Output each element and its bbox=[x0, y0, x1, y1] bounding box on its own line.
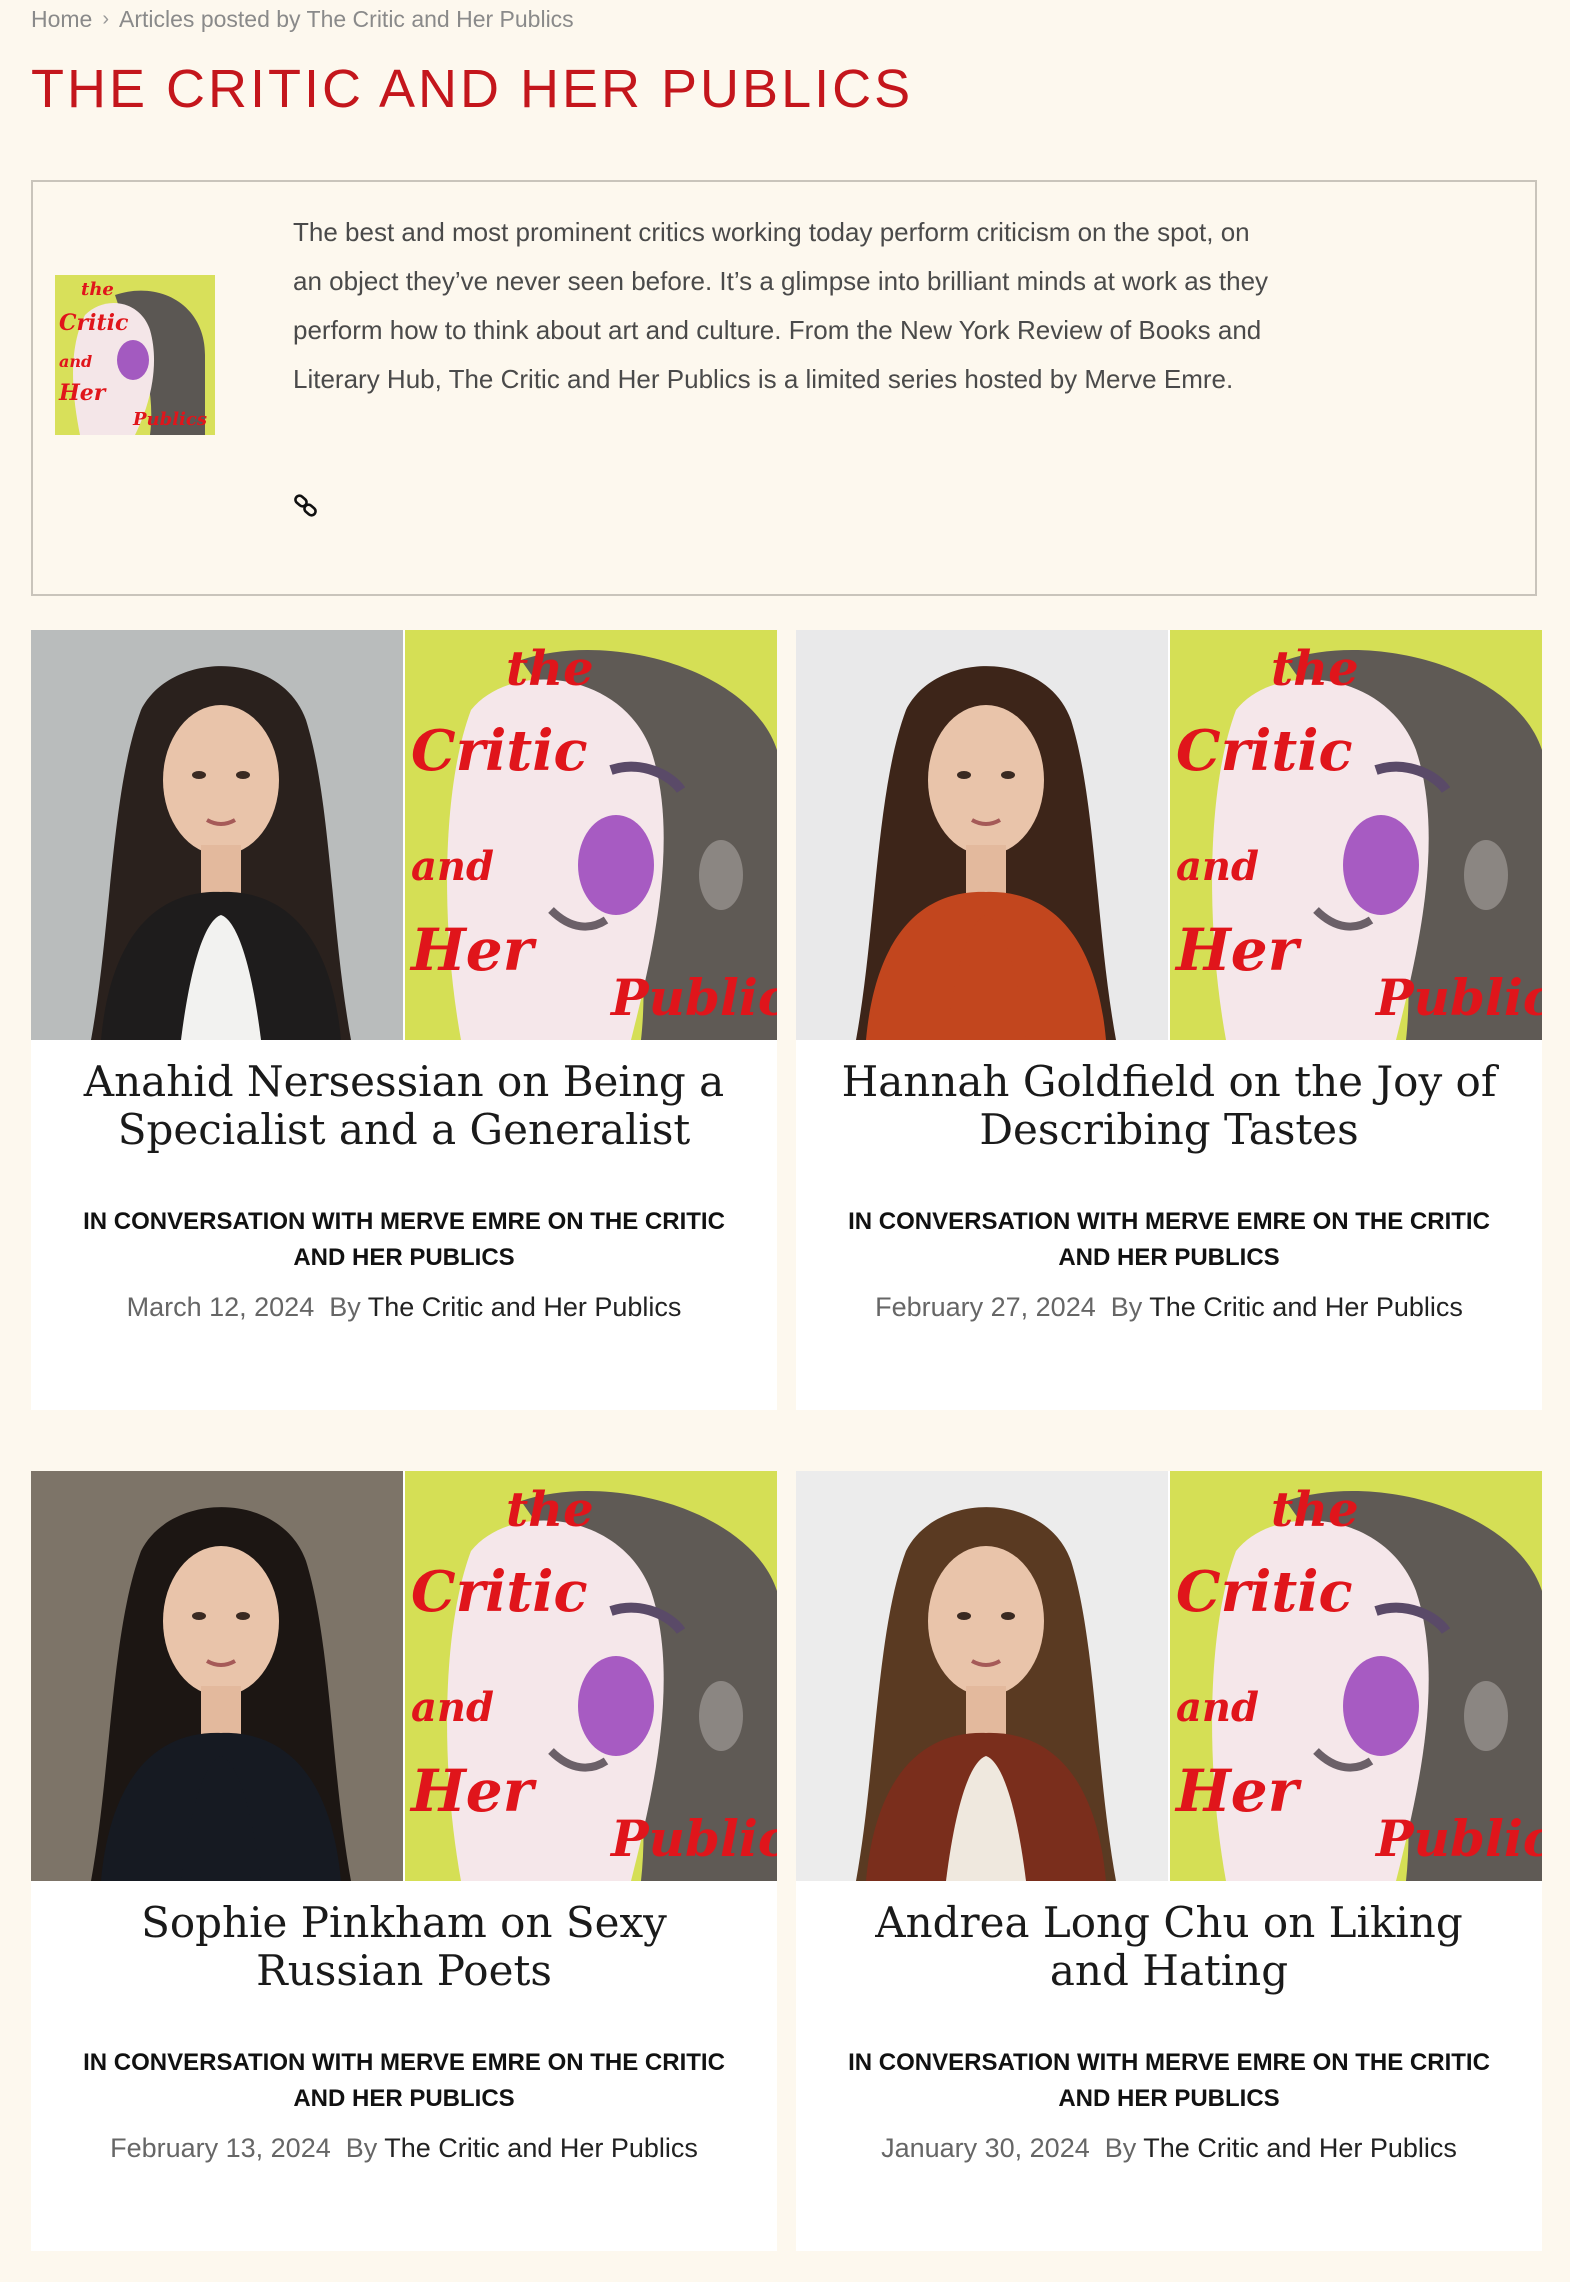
cover-word-1: the bbox=[506, 1482, 594, 1538]
breadcrumb: Home › Articles posted by The Critic and… bbox=[31, 6, 574, 33]
article-by-label: By bbox=[1104, 2133, 1137, 2163]
article-title[interactable]: Andrea Long Chu on Liking and Hating bbox=[836, 1899, 1502, 1995]
article-by-label: By bbox=[329, 1292, 361, 1322]
article-meta: February 13, 2024 By The Critic and Her … bbox=[51, 2133, 757, 2164]
cover-word-5: Public bbox=[1374, 1809, 1542, 1868]
link-icon[interactable] bbox=[294, 494, 318, 518]
cover-word-2: Critic bbox=[1176, 1559, 1353, 1625]
article-date: January 30, 2024 bbox=[881, 2133, 1090, 2163]
article-meta: February 27, 2024 By The Critic and Her … bbox=[816, 1292, 1522, 1323]
article-kicker: In Conversation with Merve Emre on The C… bbox=[83, 1208, 725, 1271]
article-author-link[interactable]: The Critic and Her Publics bbox=[368, 1292, 682, 1322]
series-cover-art: the Critic and Her Public bbox=[1170, 1471, 1542, 1881]
article-author-link[interactable]: The Critic and Her Publics bbox=[1149, 1292, 1463, 1322]
logo-word-5: Publics bbox=[132, 409, 207, 430]
cover-word-4: Her bbox=[409, 916, 538, 984]
cover-word-1: the bbox=[1271, 641, 1359, 697]
cover-word-4: Her bbox=[409, 1757, 538, 1825]
cover-word-5: Public bbox=[609, 1809, 777, 1868]
series-cover-art: the Critic and Her Public bbox=[405, 630, 777, 1040]
article-kicker: In Conversation with Merve Emre on The C… bbox=[848, 1208, 1490, 1271]
article-card[interactable]: the Critic and Her Public Andrea Long Ch… bbox=[796, 1471, 1542, 2251]
cover-word-1: the bbox=[506, 641, 594, 697]
cover-word-5: Public bbox=[1374, 968, 1542, 1027]
cover-word-1: the bbox=[1271, 1482, 1359, 1538]
breadcrumb-home-link[interactable]: Home bbox=[31, 6, 92, 33]
cover-word-3: and bbox=[1176, 843, 1259, 890]
series-cover-art: the Critic and Her Public bbox=[1170, 630, 1542, 1040]
cover-word-5: Public bbox=[609, 968, 777, 1027]
cover-word-4: Her bbox=[1174, 916, 1303, 984]
guest-face bbox=[928, 705, 1044, 855]
series-cover-art: the Critic and Her Public bbox=[405, 1471, 777, 1881]
article-date: February 27, 2024 bbox=[875, 1292, 1096, 1322]
article-date: February 13, 2024 bbox=[110, 2133, 331, 2163]
article-card[interactable]: the Critic and Her Public Sophie Pinkham… bbox=[31, 1471, 777, 2251]
page-title: THE CRITIC AND HER PUBLICS bbox=[31, 59, 914, 119]
breadcrumb-current: Articles posted by The Critic and Her Pu… bbox=[119, 6, 574, 32]
article-title[interactable]: Anahid Nersessian on Being a Specialist … bbox=[71, 1058, 737, 1154]
article-meta: March 12, 2024 By The Critic and Her Pub… bbox=[51, 1292, 757, 1323]
article-image[interactable]: the Critic and Her Public bbox=[796, 630, 1542, 1040]
article-author-link[interactable]: The Critic and Her Publics bbox=[1143, 2133, 1457, 2163]
article-meta: January 30, 2024 By The Critic and Her P… bbox=[816, 2133, 1522, 2164]
article-author-link[interactable]: The Critic and Her Publics bbox=[384, 2133, 698, 2163]
breadcrumb-separator: › bbox=[102, 8, 110, 30]
article-image[interactable]: the Critic and Her Public bbox=[31, 1471, 777, 1881]
author-avatar: the Critic and Her Publics bbox=[55, 275, 215, 435]
cover-word-3: and bbox=[411, 1684, 494, 1731]
author-description: The best and most prominent critics work… bbox=[293, 217, 1269, 394]
guest-face bbox=[163, 705, 279, 855]
cover-word-2: Critic bbox=[411, 1559, 588, 1625]
article-image[interactable]: the Critic and Her Public bbox=[796, 1471, 1542, 1881]
article-card[interactable]: the Critic and Her Public Anahid Nersess… bbox=[31, 630, 777, 1410]
article-card[interactable]: the Critic and Her Public Hannah Goldfie… bbox=[796, 630, 1542, 1410]
author-description-box: the Critic and Her Publics The best and … bbox=[31, 180, 1537, 596]
logo-word-3: and bbox=[59, 352, 92, 371]
article-by-label: By bbox=[1110, 1292, 1143, 1322]
article-title[interactable]: Hannah Goldfield on the Joy of Describin… bbox=[836, 1058, 1502, 1154]
article-by-label: By bbox=[345, 2133, 378, 2163]
article-kicker: In Conversation with Merve Emre on The C… bbox=[83, 2049, 725, 2112]
article-image[interactable]: the Critic and Her Public bbox=[31, 630, 777, 1040]
page: Home › Articles posted by The Critic and… bbox=[0, 0, 1570, 2282]
article-title[interactable]: Sophie Pinkham on Sexy Russian Poets bbox=[71, 1899, 737, 1995]
cover-word-2: Critic bbox=[1176, 718, 1353, 784]
cover-word-2: Critic bbox=[411, 718, 588, 784]
cover-word-4: Her bbox=[1174, 1757, 1303, 1825]
article-date: March 12, 2024 bbox=[126, 1292, 315, 1322]
article-kicker: In Conversation with Merve Emre on The C… bbox=[848, 2049, 1490, 2112]
cover-word-3: and bbox=[1176, 1684, 1259, 1731]
guest-face bbox=[163, 1546, 279, 1696]
logo-word-2: Critic bbox=[59, 310, 129, 336]
logo-word-4: Her bbox=[58, 380, 107, 406]
cover-word-3: and bbox=[411, 843, 494, 890]
logo-word-1: the bbox=[81, 279, 114, 300]
guest-face bbox=[928, 1546, 1044, 1696]
